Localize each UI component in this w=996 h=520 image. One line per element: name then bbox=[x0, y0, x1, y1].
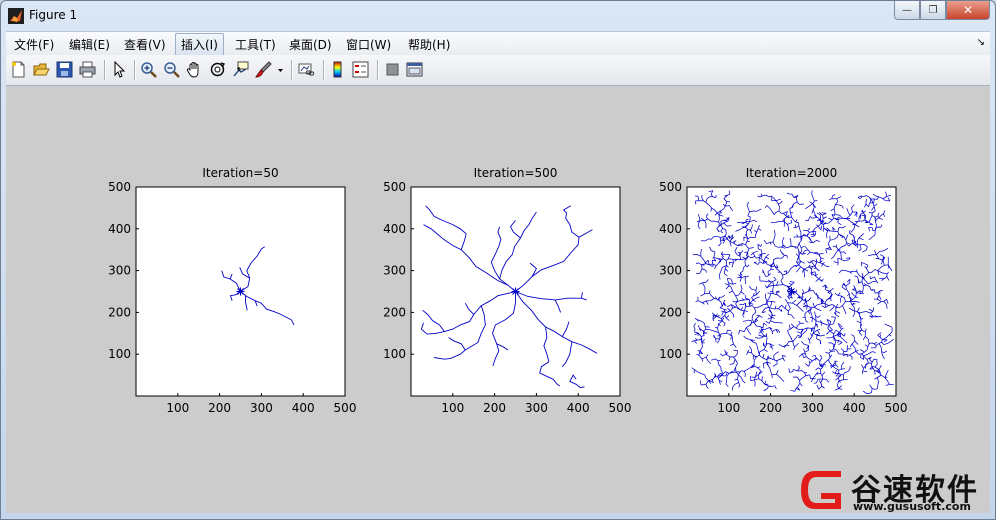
x-tick-label: 300 bbox=[801, 401, 824, 415]
maximize-button[interactable]: ❐ bbox=[920, 1, 946, 20]
y-tick-label: 400 bbox=[108, 222, 131, 236]
y-tick-label: 200 bbox=[659, 305, 682, 319]
seed-point-marker bbox=[787, 287, 796, 296]
y-tick-label: 300 bbox=[108, 264, 131, 278]
hide-plot-tools-icon[interactable] bbox=[384, 61, 401, 78]
figure-canvas: 100 200 300 400 500 100 200 300 400 500 Iteration=… bbox=[6, 86, 990, 513]
toolbar-separator bbox=[104, 60, 106, 80]
open-file-icon[interactable] bbox=[33, 61, 50, 78]
pointer-icon[interactable] bbox=[111, 61, 128, 78]
menu-help[interactable]: 帮助(H) bbox=[408, 36, 450, 53]
minimize-button[interactable]: — bbox=[894, 1, 920, 20]
link-plot-icon[interactable] bbox=[298, 61, 315, 78]
brush-dropdown-icon[interactable] bbox=[276, 61, 285, 78]
legend-icon[interactable] bbox=[352, 61, 369, 78]
close-button[interactable]: ✕ bbox=[946, 1, 990, 20]
data-cursor-icon[interactable] bbox=[232, 61, 249, 78]
close-icon: ✕ bbox=[962, 3, 974, 17]
x-tick-label: 500 bbox=[609, 401, 632, 415]
y-tick-label: 400 bbox=[383, 222, 406, 236]
watermark-url: www.gususoft.com bbox=[853, 500, 971, 513]
menu-tools[interactable]: 工具(T) bbox=[235, 36, 276, 53]
menu-window[interactable]: 窗口(W) bbox=[346, 36, 391, 53]
restore-icon: ❐ bbox=[928, 4, 938, 16]
x-tick-label: 100 bbox=[166, 401, 189, 415]
menu-edit[interactable]: 编辑(E) bbox=[69, 36, 110, 53]
y-tick-label: 200 bbox=[108, 305, 131, 319]
subplot-3: 100 200 300 400 500 100 200 300 400 500 Iteration=… bbox=[659, 166, 907, 415]
menu-insert[interactable]: 插入(I) bbox=[175, 33, 224, 56]
y-tick-label: 300 bbox=[383, 264, 406, 278]
toolbar-separator bbox=[134, 60, 136, 80]
watermark: 谷速软件 www.gususoft.com bbox=[795, 463, 989, 517]
seed-point-marker bbox=[511, 287, 520, 296]
menu-desktop[interactable]: 桌面(D) bbox=[289, 36, 332, 53]
new-figure-icon[interactable] bbox=[10, 61, 27, 78]
colorbar-icon[interactable] bbox=[329, 61, 346, 78]
x-tick-label: 100 bbox=[441, 401, 464, 415]
title-bar[interactable]: Figure 1 — ❐ ✕ bbox=[1, 1, 995, 31]
show-plot-tools-icon[interactable] bbox=[406, 61, 423, 78]
rotate-3d-icon[interactable] bbox=[209, 61, 226, 78]
x-tick-label: 200 bbox=[483, 401, 506, 415]
figure-toolbar bbox=[6, 55, 990, 86]
y-tick-label: 100 bbox=[108, 347, 131, 361]
y-tick-label: 100 bbox=[383, 347, 406, 361]
y-tick-label: 300 bbox=[659, 264, 682, 278]
dock-arrow-icon[interactable]: ↘ bbox=[977, 37, 985, 48]
x-tick-label: 200 bbox=[208, 401, 231, 415]
toolbar-separator bbox=[323, 60, 325, 80]
window-title: Figure 1 bbox=[29, 8, 78, 22]
toolbar-separator bbox=[291, 60, 293, 80]
y-tick-label: 400 bbox=[659, 222, 682, 236]
matlab-app-icon bbox=[8, 8, 24, 24]
menu-view[interactable]: 查看(V) bbox=[124, 36, 166, 53]
subplot-2: 100 200 300 400 500 100 200 300 400 500 Iteration=… bbox=[383, 166, 631, 415]
x-tick-label: 400 bbox=[567, 401, 590, 415]
menu-bar: 文件(F) 编辑(E) 查看(V) 插入(I) 工具(T) 桌面(D) 窗口(W… bbox=[6, 31, 990, 56]
x-tick-label: 300 bbox=[250, 401, 273, 415]
y-tick-label: 500 bbox=[108, 180, 131, 194]
subplot-title: Iteration=50 bbox=[202, 166, 278, 180]
y-tick-label: 100 bbox=[659, 347, 682, 361]
seed-point-marker bbox=[236, 287, 245, 296]
save-icon[interactable] bbox=[56, 61, 73, 78]
zoom-in-icon[interactable] bbox=[140, 61, 157, 78]
x-tick-label: 500 bbox=[334, 401, 357, 415]
toolbar-separator bbox=[377, 60, 379, 80]
subplot-title: Iteration=2000 bbox=[746, 166, 838, 180]
brush-icon[interactable] bbox=[255, 61, 272, 78]
subplot-1: 100 200 300 400 500 100 200 300 400 500 Iteration=… bbox=[108, 166, 356, 415]
x-tick-label: 400 bbox=[292, 401, 315, 415]
subplot-title: Iteration=500 bbox=[474, 166, 558, 180]
y-tick-label: 500 bbox=[383, 180, 406, 194]
x-tick-label: 300 bbox=[525, 401, 548, 415]
x-tick-label: 400 bbox=[843, 401, 866, 415]
zoom-out-icon[interactable] bbox=[163, 61, 180, 78]
x-tick-label: 100 bbox=[717, 401, 740, 415]
watermark-logo bbox=[801, 471, 841, 509]
matlab-figure-window: Figure 1 — ❐ ✕ 文件(F) 编辑(E) 查看(V) 插入(I) 工… bbox=[0, 0, 996, 520]
menu-file[interactable]: 文件(F) bbox=[14, 36, 54, 53]
y-tick-label: 500 bbox=[659, 180, 682, 194]
print-icon[interactable] bbox=[79, 61, 96, 78]
minimize-icon: — bbox=[902, 4, 912, 16]
x-tick-label: 500 bbox=[885, 401, 908, 415]
figure-plots: 100 200 300 400 500 100 200 300 400 500 Iteration=… bbox=[108, 166, 907, 415]
y-tick-label: 200 bbox=[383, 305, 406, 319]
x-tick-label: 200 bbox=[759, 401, 782, 415]
pan-hand-icon[interactable] bbox=[186, 61, 203, 78]
